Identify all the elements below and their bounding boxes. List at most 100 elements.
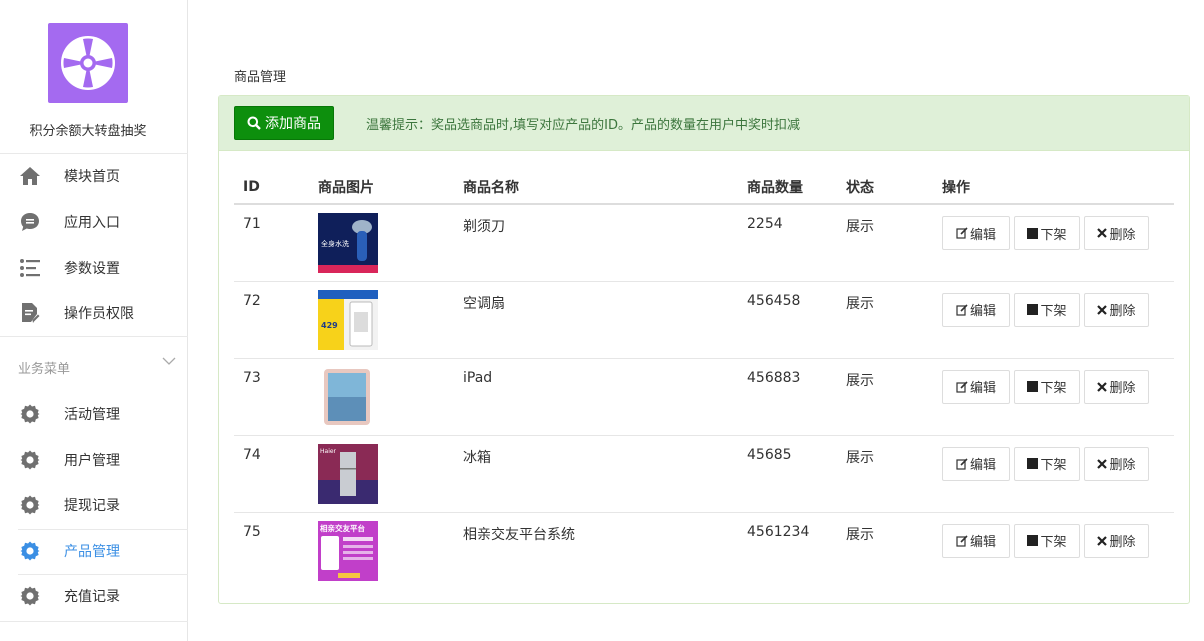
cell-id: 71	[234, 204, 309, 282]
delete-button[interactable]: 删除	[1084, 446, 1149, 481]
table-row: 74 Haier 冰箱 45685 展示 编辑 下架 删除	[234, 435, 1174, 513]
cell-actions: 编辑 下架 删除	[933, 358, 1174, 436]
cell-id: 74	[234, 435, 309, 513]
edit-button[interactable]: 编辑	[942, 523, 1010, 558]
product-table: ID 商品图片 商品名称 商品数量 状态 操作 71 全身水洗 剃须刀 2254…	[234, 171, 1174, 589]
svg-text:相亲交友平台: 相亲交友平台	[320, 523, 365, 533]
gear-icon	[19, 403, 41, 425]
svg-text:429: 429	[321, 321, 338, 330]
product-panel: 添加商品 温馨提示：奖品选商品时,填写对应产品的ID。产品的数量在用户中奖时扣减…	[218, 95, 1190, 604]
cell-id: 72	[234, 281, 309, 359]
close-icon	[1097, 381, 1108, 392]
cell-quantity: 456458	[738, 281, 837, 359]
sidebar-item-recharges[interactable]: 充值记录	[0, 574, 188, 618]
sidebar-item-label: 产品管理	[64, 544, 120, 560]
hint-text: 温馨提示：奖品选商品时,填写对应产品的ID。产品的数量在用户中奖时扣减	[366, 118, 800, 133]
off-shelf-button[interactable]: 下架	[1014, 292, 1080, 327]
cell-name: 冰箱	[454, 435, 738, 513]
close-icon	[1097, 304, 1108, 315]
edit-icon	[956, 227, 968, 239]
stop-icon	[1027, 535, 1039, 546]
off-shelf-button[interactable]: 下架	[1014, 369, 1080, 404]
table-row: 73 iPad 456883 展示 编辑 下架 删除	[234, 358, 1174, 436]
sidebar-item-withdrawals[interactable]: 提现记录	[0, 483, 188, 527]
cell-name: 空调扇	[454, 281, 738, 359]
edit-icon	[956, 534, 968, 547]
sidebar-item-label: 应用入口	[64, 215, 120, 231]
sidebar-item-users[interactable]: 用户管理	[0, 438, 188, 482]
sidebar-item-products[interactable]: 产品管理	[0, 529, 188, 573]
column-header-actions: 操作	[933, 171, 1174, 205]
chevron-down-icon[interactable]	[162, 354, 176, 368]
stop-icon	[1027, 458, 1039, 469]
add-product-label: 添加商品	[265, 116, 321, 132]
off-shelf-button[interactable]: 下架	[1014, 523, 1080, 558]
delete-button[interactable]: 删除	[1084, 216, 1149, 250]
cell-image	[309, 358, 454, 436]
chat-bubble-icon	[19, 211, 41, 233]
gear-icon	[19, 540, 41, 562]
sidebar-item-label: 模块首页	[64, 169, 120, 185]
cell-id: 75	[243, 523, 261, 540]
sidebar-item-label: 用户管理	[64, 453, 120, 469]
cell-status: 展示	[837, 204, 933, 282]
column-header-status: 状态	[837, 171, 933, 205]
product-image-fridge: Haier	[318, 443, 378, 504]
table-row: 72 429 空调扇 456458 展示 编辑 下架 删除	[234, 281, 1174, 359]
cell-actions: 编辑 下架 删除	[933, 204, 1174, 282]
edit-icon	[956, 380, 968, 393]
divider	[0, 621, 188, 622]
cell-status: 展示	[846, 526, 874, 543]
sidebar-item-home[interactable]: 模块首页	[0, 154, 188, 198]
edit-button[interactable]: 编辑	[942, 216, 1010, 250]
column-header-image: 商品图片	[309, 171, 454, 205]
column-header-quantity: 商品数量	[738, 171, 837, 205]
product-image-shaver: 全身水洗	[318, 213, 378, 273]
gear-icon	[19, 585, 41, 607]
svg-text:Haier: Haier	[320, 448, 337, 455]
sidebar-item-activity[interactable]: 活动管理	[0, 392, 188, 436]
edit-button[interactable]: 编辑	[942, 369, 1010, 404]
list-settings-icon	[19, 257, 41, 279]
cell-quantity: 45685	[738, 435, 837, 513]
edit-icon	[956, 303, 968, 316]
cell-name: iPad	[454, 358, 738, 436]
sidebar-item-label: 充值记录	[64, 589, 120, 605]
svg-text:全身水洗: 全身水洗	[321, 239, 349, 248]
cell-status: 展示	[837, 281, 933, 359]
wheel-icon	[61, 36, 115, 90]
off-shelf-button[interactable]: 下架	[1014, 446, 1080, 481]
delete-button[interactable]: 删除	[1084, 292, 1149, 327]
cell-actions: 编辑 下架 删除	[933, 281, 1174, 359]
sidebar-item-operator-permissions[interactable]: 操作员权限	[0, 291, 188, 335]
product-image-ipad	[318, 366, 378, 427]
column-header-id: ID	[234, 171, 309, 205]
sidebar-item-app-entry[interactable]: 应用入口	[0, 200, 188, 244]
breadcrumb: 商品管理	[234, 70, 287, 85]
product-image-dating-app: 相亲交友平台	[318, 520, 378, 581]
delete-button[interactable]: 删除	[1084, 369, 1149, 404]
column-header-name: 商品名称	[454, 171, 738, 205]
panel-header: 添加商品 温馨提示：奖品选商品时,填写对应产品的ID。产品的数量在用户中奖时扣减	[219, 96, 1189, 151]
gear-icon	[19, 494, 41, 516]
stop-icon	[1027, 227, 1039, 239]
stop-icon	[1027, 304, 1039, 315]
section-label: 业务菜单	[18, 362, 71, 377]
cell-actions: 编辑 下架 删除	[933, 512, 1174, 589]
cell-status: 展示	[837, 435, 933, 513]
document-edit-icon	[19, 302, 41, 324]
edit-button[interactable]: 编辑	[942, 292, 1010, 327]
sidebar-item-settings[interactable]: 参数设置	[0, 246, 188, 290]
edit-button[interactable]: 编辑	[942, 446, 1010, 481]
cell-id: 73	[234, 358, 309, 436]
delete-button[interactable]: 删除	[1084, 523, 1149, 558]
sidebar-item-label: 操作员权限	[64, 306, 134, 322]
app-title: 积分余额大转盘抽奖	[29, 124, 147, 139]
add-product-button[interactable]: 添加商品	[234, 106, 334, 140]
off-shelf-button[interactable]: 下架	[1014, 216, 1080, 250]
cell-image: 全身水洗	[309, 204, 454, 282]
cell-name: 相亲交友平台系统	[463, 526, 575, 543]
gear-icon	[19, 449, 41, 471]
product-image-air-cooler: 429	[318, 289, 378, 350]
sidebar-item-label: 参数设置	[64, 261, 120, 277]
